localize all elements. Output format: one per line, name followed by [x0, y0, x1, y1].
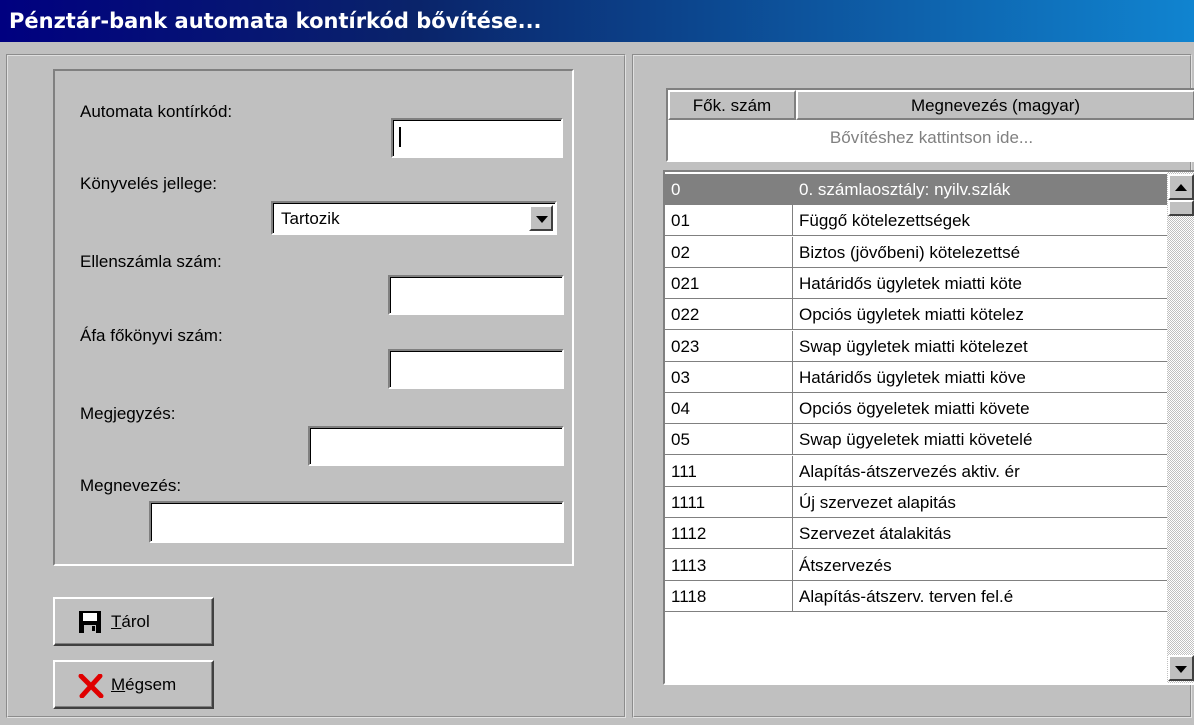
account-name-cell: Új szervezet alapitás — [799, 493, 956, 512]
vat-ledger-label: Áfa főkönyvi szám: — [80, 326, 223, 345]
table-row[interactable]: 03 Határidős ügyletek miatti köve — [665, 361, 1167, 393]
save-accel: T — [111, 612, 122, 631]
account-name-cell: Opciós ügyletek miatti kötelez — [799, 305, 1024, 325]
booking-type-label: Könyvelés jellege: — [80, 174, 218, 193]
table-row[interactable]: 1112 Szervezet átalakitás — [665, 518, 1167, 550]
scroll-up-button[interactable] — [1168, 174, 1194, 200]
auto-code-input[interactable] — [391, 118, 563, 158]
note-input[interactable] — [308, 426, 564, 466]
account-code-cell: 03 — [665, 361, 793, 393]
account-name-cell: Határidős ügyletek miatti köte — [799, 273, 1022, 293]
table-row[interactable]: 0 0. számlaosztály: nyilv.szlák — [665, 174, 1167, 205]
account-code-cell: 04 — [665, 393, 793, 425]
account-code-cell: 1113 — [665, 549, 793, 581]
table-row[interactable]: 023 Swap ügyletek miatti kötelezet — [665, 330, 1167, 362]
booking-type-value: Tartozik — [281, 209, 340, 228]
contra-account-input[interactable] — [388, 275, 564, 315]
table-row[interactable]: 1111 Új szervezet alapitás — [665, 487, 1167, 518]
scroll-down-button[interactable] — [1168, 655, 1194, 681]
account-name-cell: Határidős ügyletek miatti köve — [799, 367, 1026, 387]
dropdown-button[interactable] — [529, 205, 553, 231]
accounts-table: 0 0. számlaosztály: nyilv.szlák 01 Függő kö… — [663, 170, 1194, 685]
name-input[interactable] — [149, 501, 564, 543]
table-row[interactable]: 01 Függő kötelezettségek — [665, 205, 1167, 237]
account-code-cell: 05 — [665, 424, 793, 456]
vat-ledger-input[interactable] — [388, 349, 564, 389]
table-row[interactable]: 1113 Átszervezés — [665, 549, 1167, 581]
account-name-cell: Átszervezés — [799, 555, 892, 575]
floppy-disk-icon — [79, 611, 101, 633]
column-header-code[interactable]: Fők. szám — [668, 90, 796, 120]
booking-type-select[interactable]: Tartozik — [271, 201, 557, 235]
table-row[interactable]: 02 Biztos (jövőbeni) kötelezettsé — [665, 236, 1167, 268]
save-button[interactable]: Tárol — [53, 597, 214, 646]
table-row[interactable]: 1118 Alapítás-átszerv. terven fel.é — [665, 580, 1167, 612]
save-label: árol — [121, 612, 150, 631]
add-row-hint[interactable]: Bővítéshez kattintson ide... — [668, 120, 1194, 160]
account-code-cell: 023 — [665, 330, 793, 362]
account-code-cell: 01 — [665, 205, 793, 237]
account-name-cell: Opciós ögyeletek miatti követe — [799, 399, 1030, 419]
table-row[interactable]: 04 Opciós ögyeletek miatti követe — [665, 393, 1167, 425]
account-name-cell: Swap ügyletek miatti kötelezet — [799, 336, 1028, 356]
account-name-cell: Függő kötelezettségek — [799, 211, 971, 231]
header-grid: Fők. szám Megnevezés (magyar) Bővítéshez… — [666, 88, 1194, 162]
table-row[interactable]: 022 Opciós ügyletek miatti kötelez — [665, 299, 1167, 331]
cancel-label: égsem — [125, 675, 177, 694]
cancel-button[interactable]: Mégsem — [53, 660, 214, 709]
account-code-cell: 02 — [665, 236, 793, 268]
arrow-up-icon — [1175, 184, 1187, 191]
window-body: Automata kontírkód: Könyvelés jellege: T… — [0, 42, 1194, 725]
account-name-cell: Alapítás-átszervezés aktiv. ér — [799, 461, 1020, 481]
account-name-cell: Biztos (jövőbeni) kötelezettsé — [799, 242, 1021, 262]
account-code-cell: 111 — [665, 455, 793, 487]
cancel-accel: M — [111, 675, 126, 694]
red-x-icon — [78, 674, 104, 698]
account-code-cell: 1112 — [665, 518, 793, 550]
note-label: Megjegyzés: — [80, 404, 176, 423]
table-row[interactable]: 021 Határidős ügyletek miatti köte — [665, 267, 1167, 299]
account-name-cell: 0. számlaosztály: nyilv.szlák — [799, 180, 1011, 199]
account-code-cell: 1111 — [665, 487, 793, 518]
text-caret — [399, 127, 401, 147]
account-code-cell: 1118 — [665, 580, 793, 612]
account-name-cell: Swap ügyeletek miatti követelé — [799, 430, 1033, 450]
arrow-down-icon — [1175, 666, 1187, 673]
account-name-cell: Alapítás-átszerv. terven fel.é — [799, 586, 1014, 606]
name-label: Megnevezés: — [80, 476, 182, 495]
account-name-cell: Szervezet átalakitás — [799, 524, 952, 544]
table-row[interactable]: 111 Alapítás-átszervezés aktiv. ér — [665, 455, 1167, 487]
window-title: Pénztár-bank automata kontírkód bővítése… — [9, 9, 542, 33]
window-title-bar: Pénztár-bank automata kontírkód bővítése… — [0, 0, 1194, 42]
account-code-cell: 021 — [665, 267, 793, 299]
account-code-cell: 0 — [665, 174, 793, 205]
column-header-name[interactable]: Megnevezés (magyar) — [796, 90, 1194, 120]
table-row[interactable]: 05 Swap ügyeletek miatti követelé — [665, 424, 1167, 456]
account-code-cell: 022 — [665, 299, 793, 331]
auto-code-label: Automata kontírkód: — [80, 102, 233, 121]
vertical-scrollbar[interactable] — [1167, 172, 1194, 683]
scroll-thumb[interactable] — [1168, 200, 1194, 216]
chevron-down-icon — [536, 216, 548, 223]
contra-account-label: Ellenszámla szám: — [80, 252, 222, 271]
